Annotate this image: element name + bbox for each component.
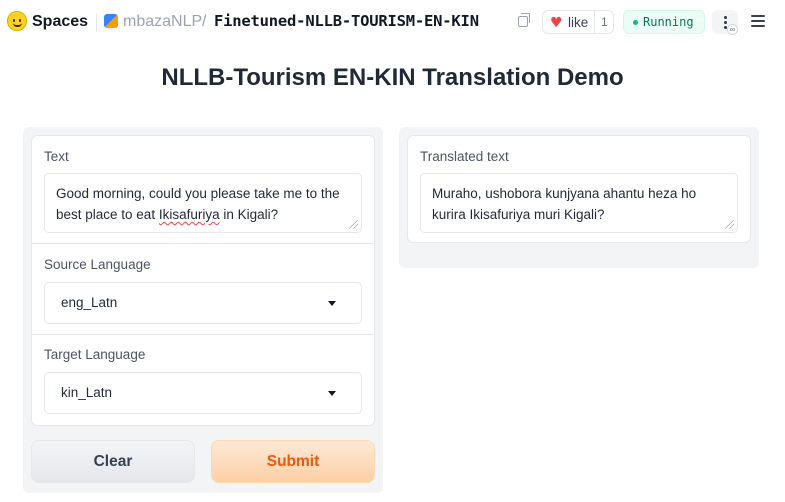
output-form: Translated text Muraho, ushobora kunjyan… — [407, 135, 751, 243]
source-language-label: Source Language — [44, 257, 151, 272]
hugging-face-logo-icon[interactable] — [7, 11, 27, 31]
space-name-link[interactable]: Finetuned-NLLB-TOURISM-EN-KIN — [214, 12, 479, 30]
divider — [594, 11, 595, 33]
translated-text-label: Translated text — [420, 149, 509, 164]
status-dot-icon — [633, 20, 638, 25]
clear-button[interactable]: Clear — [31, 440, 195, 483]
divider — [32, 334, 374, 335]
status-label: Running — [643, 15, 694, 29]
caret-down-icon — [328, 301, 336, 306]
hamburger-menu-icon[interactable] — [751, 15, 765, 27]
resize-handle-icon[interactable] — [725, 220, 734, 229]
owner-avatar[interactable] — [104, 14, 118, 28]
text-input-value-end: in Kigali? — [219, 207, 279, 222]
divider — [32, 243, 374, 244]
translated-text-value: Muraho, ushobora kunjyana ahantu heza ho… — [432, 186, 697, 222]
target-language-label: Target Language — [44, 347, 146, 362]
owner-link[interactable]: mbazaNLP — [123, 13, 202, 31]
like-button[interactable]: ♥ like 1 — [542, 10, 614, 34]
text-input[interactable]: Good morning, could you please take me t… — [44, 173, 362, 233]
submit-button[interactable]: Submit — [211, 440, 375, 483]
text-label: Text — [44, 149, 69, 164]
misspelled-word: Ikisafuriya — [158, 207, 220, 222]
heart-icon: ♥ — [550, 15, 563, 31]
spaces-link[interactable]: Spaces — [32, 13, 88, 31]
source-language-dropdown[interactable]: eng_Latn — [44, 282, 362, 324]
copy-icon[interactable] — [518, 13, 530, 27]
source-language-value: eng_Latn — [61, 295, 118, 310]
translated-text-output[interactable]: Muraho, ushobora kunjyana ahantu heza ho… — [420, 173, 738, 233]
input-form: Text Good morning, could you please take… — [31, 135, 375, 426]
target-language-dropdown[interactable]: kin_Latn — [44, 372, 362, 414]
like-label: like — [568, 15, 589, 30]
link-icon[interactable]: ∞ — [727, 24, 738, 35]
target-language-value: kin_Latn — [61, 385, 113, 400]
divider — [96, 14, 97, 31]
like-count: 1 — [601, 15, 608, 29]
resize-handle-icon[interactable] — [349, 220, 358, 229]
page-title: NLLB-Tourism EN-KIN Translation Demo — [161, 64, 624, 91]
caret-down-icon — [328, 391, 336, 396]
path-separator: / — [202, 13, 207, 30]
status-badge[interactable]: Running — [623, 10, 705, 34]
top-navigation-bar: Spaces mbazaNLP / Finetuned-NLLB-TOURISM… — [0, 0, 785, 44]
